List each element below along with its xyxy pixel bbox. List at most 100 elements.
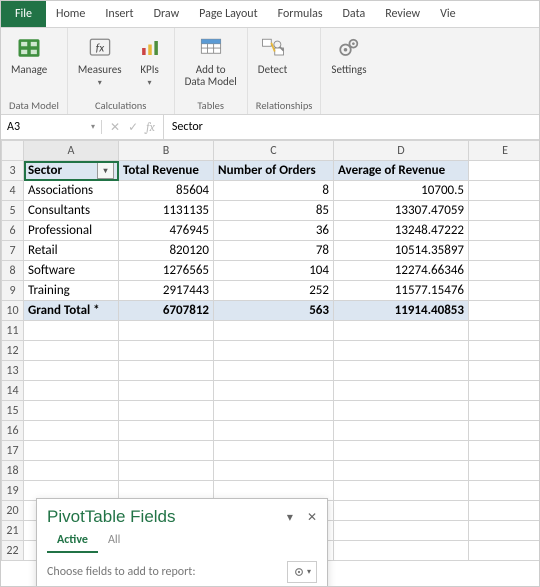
cell-B5[interactable]: 1131135: [119, 201, 214, 221]
draw-tab[interactable]: Draw: [144, 1, 190, 27]
row-header-6[interactable]: 6: [2, 221, 24, 241]
cell-E5[interactable]: [469, 201, 540, 221]
row-header-16[interactable]: 16: [2, 421, 24, 441]
cell-C5[interactable]: 85: [214, 201, 334, 221]
group-tables: Tables: [183, 97, 239, 112]
cell-D6[interactable]: 13248.47222: [334, 221, 469, 241]
cell-A6[interactable]: Professional: [24, 221, 119, 241]
settings-button[interactable]: Settings: [329, 32, 368, 78]
formula-input[interactable]: Sector: [164, 120, 539, 134]
home-tab[interactable]: Home: [46, 1, 95, 27]
cell-B3[interactable]: Total Revenue: [119, 161, 214, 181]
cell-C6[interactable]: 36: [214, 221, 334, 241]
cell-B6[interactable]: 476945: [119, 221, 214, 241]
cell-A5[interactable]: Consultants: [24, 201, 119, 221]
kpis-button[interactable]: KPIs▾: [134, 32, 166, 91]
name-box-dropdown-icon[interactable]: ▾: [91, 122, 95, 132]
cell-E9[interactable]: [469, 281, 540, 301]
measures-icon: fx: [86, 34, 114, 62]
cell-C8[interactable]: 104: [214, 261, 334, 281]
cell-E7[interactable]: [469, 241, 540, 261]
row-header-14[interactable]: 14: [2, 381, 24, 401]
row-header-20[interactable]: 20: [2, 501, 24, 521]
row-header-22[interactable]: 22: [2, 541, 24, 561]
file-tab[interactable]: File: [1, 1, 46, 27]
cancel-icon[interactable]: ✕: [110, 120, 120, 135]
cell-B4[interactable]: 85604: [119, 181, 214, 201]
enter-icon[interactable]: ✓: [128, 120, 138, 135]
tab-active[interactable]: Active: [47, 529, 98, 553]
excel-window: File Home Insert Draw Page Layout Formul…: [0, 0, 540, 587]
col-header-C[interactable]: C: [214, 141, 334, 161]
row-header-10[interactable]: 10: [2, 301, 24, 321]
cell-C10[interactable]: 563: [214, 301, 334, 321]
name-box[interactable]: A3▾: [1, 120, 102, 134]
cell-D4[interactable]: 10700.5: [334, 181, 469, 201]
view-tab[interactable]: Vie: [430, 1, 466, 27]
cell-D8[interactable]: 12274.66346: [334, 261, 469, 281]
detect-button[interactable]: Detect: [256, 32, 290, 78]
cell-B10[interactable]: 6707812: [119, 301, 214, 321]
group-relationships: Relationships: [256, 97, 313, 112]
cell-E4[interactable]: [469, 181, 540, 201]
row-header-3[interactable]: 3: [2, 161, 24, 181]
col-header-D[interactable]: D: [334, 141, 469, 161]
cell-A7[interactable]: Retail: [24, 241, 119, 261]
row-header-4[interactable]: 4: [2, 181, 24, 201]
row-header-11[interactable]: 11: [2, 321, 24, 341]
pane-dropdown-icon[interactable]: ▾: [287, 510, 293, 525]
row-header-15[interactable]: 15: [2, 401, 24, 421]
cell-D3[interactable]: Average of Revenue: [334, 161, 469, 181]
col-header-E[interactable]: E: [469, 141, 540, 161]
fx-icon[interactable]: fx: [146, 120, 155, 134]
page-layout-tab[interactable]: Page Layout: [189, 1, 267, 27]
row-header-8[interactable]: 8: [2, 261, 24, 281]
cell-C3[interactable]: Number of Orders: [214, 161, 334, 181]
cell-E3[interactable]: [469, 161, 540, 181]
row-header-12[interactable]: 12: [2, 341, 24, 361]
select-all-corner[interactable]: [2, 141, 24, 161]
col-header-B[interactable]: B: [119, 141, 214, 161]
filter-dropdown-icon[interactable]: ▾: [97, 162, 114, 179]
cell-D10[interactable]: 11914.40853: [334, 301, 469, 321]
row-header-19[interactable]: 19: [2, 481, 24, 501]
cell-E6[interactable]: [469, 221, 540, 241]
row-header-9[interactable]: 9: [2, 281, 24, 301]
measures-button[interactable]: fx Measures▾: [76, 32, 124, 91]
cell-E8[interactable]: [469, 261, 540, 281]
row-header-7[interactable]: 7: [2, 241, 24, 261]
cell-D9[interactable]: 11577.15476: [334, 281, 469, 301]
cell-C7[interactable]: 78: [214, 241, 334, 261]
tab-all[interactable]: All: [98, 529, 130, 553]
cell-D7[interactable]: 10514.35897: [334, 241, 469, 261]
pivottable-fields-pane[interactable]: PivotTable Fields ▾ ✕ Active All Choose …: [36, 498, 328, 586]
worksheet-grid[interactable]: A B C D E 3 Sector▾ Total Revenue Number…: [1, 140, 539, 586]
cell-A10[interactable]: Grand Total *: [24, 301, 119, 321]
review-tab[interactable]: Review: [375, 1, 430, 27]
tools-button[interactable]: ▾: [287, 561, 317, 583]
pane-title: PivotTable Fields: [47, 507, 176, 527]
manage-button[interactable]: Manage: [9, 32, 49, 78]
cell-A4[interactable]: Associations: [24, 181, 119, 201]
cell-B7[interactable]: 820120: [119, 241, 214, 261]
data-tab[interactable]: Data: [333, 1, 376, 27]
cell-A9[interactable]: Training: [24, 281, 119, 301]
cell-A3[interactable]: Sector▾: [24, 161, 119, 181]
cell-B9[interactable]: 2917443: [119, 281, 214, 301]
cell-E10[interactable]: [469, 301, 540, 321]
cell-B8[interactable]: 1276565: [119, 261, 214, 281]
row-header-17[interactable]: 17: [2, 441, 24, 461]
insert-tab[interactable]: Insert: [95, 1, 143, 27]
cell-C4[interactable]: 8: [214, 181, 334, 201]
row-header-13[interactable]: 13: [2, 361, 24, 381]
pane-close-icon[interactable]: ✕: [307, 510, 317, 525]
formulas-tab[interactable]: Formulas: [268, 1, 333, 27]
row-header-18[interactable]: 18: [2, 461, 24, 481]
col-header-A[interactable]: A: [24, 141, 119, 161]
cell-D5[interactable]: 13307.47059: [334, 201, 469, 221]
row-header-21[interactable]: 21: [2, 521, 24, 541]
row-header-5[interactable]: 5: [2, 201, 24, 221]
add-to-data-model-button[interactable]: Add toData Model: [183, 32, 239, 90]
cell-A8[interactable]: Software: [24, 261, 119, 281]
cell-C9[interactable]: 252: [214, 281, 334, 301]
